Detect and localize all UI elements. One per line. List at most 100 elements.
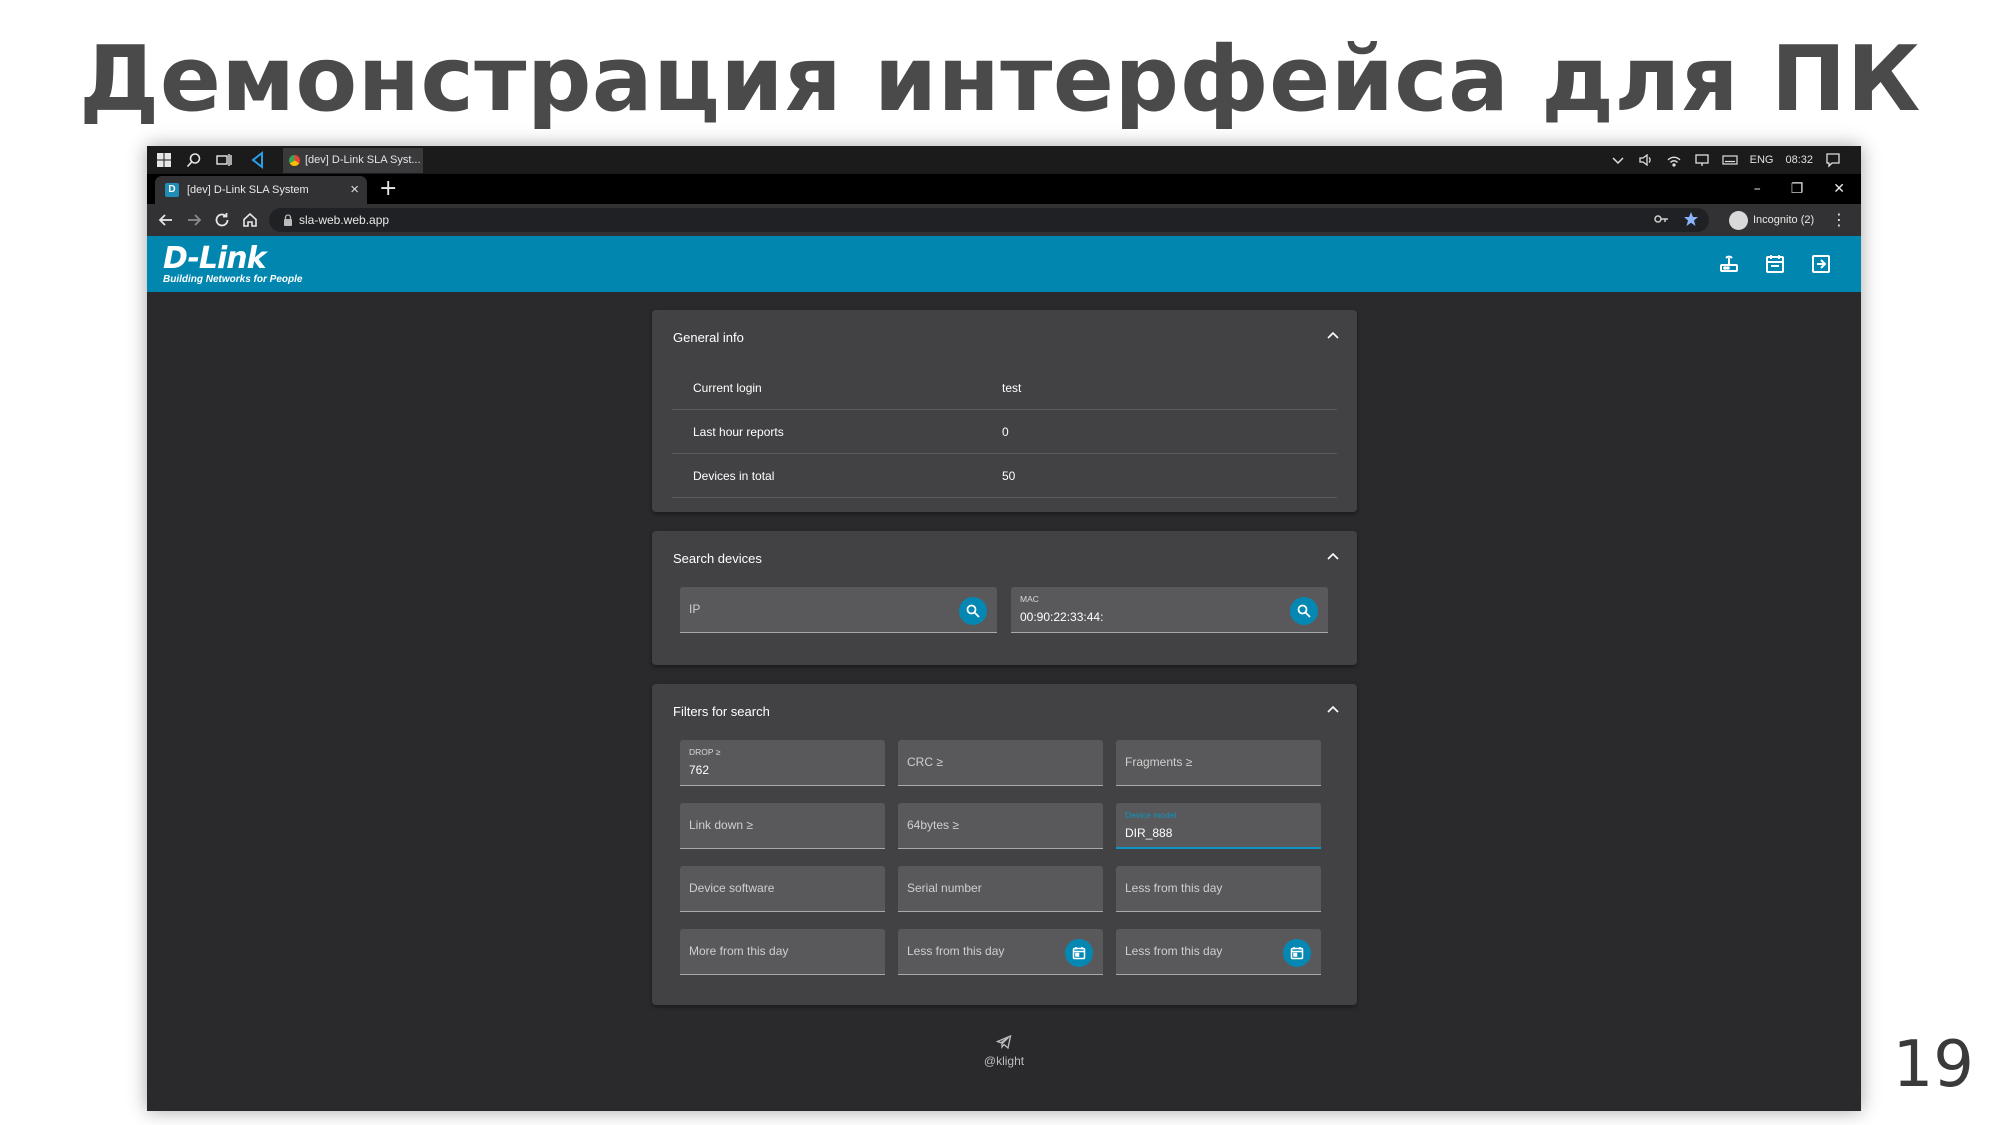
clock[interactable]: 08:32	[1785, 154, 1813, 166]
omnibox-actions	[1653, 211, 1699, 227]
taskbar-app-label: [dev] D-Link SLA Syst...	[305, 154, 421, 166]
windows-start-icon[interactable]	[155, 151, 173, 169]
network-icon[interactable]	[1666, 152, 1682, 168]
logo-wordmark: D-Link	[163, 241, 267, 276]
close-window-icon[interactable]: ✕	[1833, 181, 1845, 197]
incognito-label: Incognito (2)	[1753, 214, 1815, 226]
64bytes-placeholder: 64bytes ≥	[907, 818, 959, 832]
new-tab-button[interactable]: +	[379, 176, 397, 202]
ip-search-button[interactable]	[959, 597, 987, 625]
forward-arrow-icon[interactable]	[185, 211, 203, 229]
taskbar-chrome-window[interactable]: [dev] D-Link SLA Syst...	[283, 148, 423, 173]
drop-value: 762	[689, 763, 710, 777]
incognito-indicator[interactable]: Incognito (2)	[1729, 208, 1814, 232]
less-from-day-placeholder: Less from this day	[907, 944, 1005, 958]
search-devices-card: Search devices IP MAC 00:90:22:33:44:	[652, 531, 1357, 665]
less-from-day-filter-input[interactable]: Less from this day	[1116, 866, 1321, 912]
fragments-filter-input[interactable]: Fragments ≥	[1116, 740, 1321, 786]
vscode-icon[interactable]	[249, 151, 267, 169]
info-label: Current login	[693, 381, 762, 395]
general-info-title: General info	[673, 330, 744, 345]
mac-value: 00:90:22:33:44:	[1020, 610, 1104, 624]
screenshot-frame: [dev] D-Link SLA Syst... ENG 08:32 D [de…	[147, 146, 1861, 1111]
notifications-icon[interactable]	[1825, 152, 1841, 168]
slide-title: Демонстрация интерфейса для ПК	[79, 27, 1921, 132]
filters-title: Filters for search	[673, 704, 770, 719]
url-text[interactable]: sla-web.web.app	[299, 208, 389, 232]
close-tab-icon[interactable]: ×	[350, 176, 359, 204]
volume-icon[interactable]	[1638, 152, 1654, 168]
ip-search-input[interactable]: IP	[680, 587, 997, 633]
mac-label: MAC	[1020, 594, 1039, 604]
info-value: 0	[1002, 425, 1009, 439]
task-view-icon[interactable]	[215, 151, 233, 169]
browser-toolbar: sla-web.web.app Incognito (2) ⋮	[147, 204, 1861, 236]
browser-tab-active[interactable]: D [dev] D-Link SLA System ×	[155, 176, 367, 204]
device-software-placeholder: Device software	[689, 881, 775, 895]
address-bar[interactable]: sla-web.web.app	[269, 208, 1709, 232]
chevron-up-icon[interactable]	[1325, 549, 1341, 565]
chevron-up-icon[interactable]	[1325, 702, 1341, 718]
general-info-card: General info Current login test Last hou…	[652, 310, 1357, 512]
crc-filter-input[interactable]: CRC ≥	[898, 740, 1103, 786]
display-icon[interactable]	[1694, 152, 1710, 168]
dlink-favicon-icon: D	[165, 183, 179, 197]
system-tray: ENG 08:32	[1610, 146, 1861, 174]
telegram-icon[interactable]	[996, 1034, 1012, 1050]
search-icon[interactable]	[185, 151, 203, 169]
more-from-day-placeholder: More from this day	[689, 944, 789, 958]
serial-number-placeholder: Serial number	[907, 881, 982, 895]
restore-icon[interactable]: ❐	[1791, 181, 1804, 197]
device-model-value: DIR_888	[1125, 826, 1173, 840]
device-model-filter-input[interactable]: Device model DIR_888	[1116, 803, 1321, 849]
footer-handle[interactable]: @klight	[147, 1054, 1861, 1068]
app-header: D-Link Building Networks for People	[147, 236, 1861, 292]
calendar-icon	[1072, 947, 1086, 960]
date-picker-button[interactable]	[1065, 939, 1093, 967]
drop-filter-input[interactable]: DROP ≥ 762	[680, 740, 885, 786]
reload-icon[interactable]	[213, 211, 231, 229]
more-from-day-filter-input[interactable]: More from this day	[680, 929, 885, 975]
home-icon[interactable]	[241, 211, 259, 229]
search-icon	[966, 604, 980, 618]
windows-taskbar: [dev] D-Link SLA Syst... ENG 08:32	[147, 146, 1861, 174]
minimize-icon[interactable]: –	[1754, 181, 1761, 197]
serial-number-filter-input[interactable]: Serial number	[898, 866, 1103, 912]
search-devices-title: Search devices	[673, 551, 762, 566]
date-picker-button[interactable]	[1283, 939, 1311, 967]
key-icon[interactable]	[1653, 211, 1669, 227]
info-value: 50	[1002, 469, 1016, 483]
browser-tab-strip: D [dev] D-Link SLA System × + – ❐ ✕	[147, 174, 1861, 204]
browser-menu-icon[interactable]: ⋮	[1831, 210, 1847, 230]
back-arrow-icon[interactable]	[157, 211, 175, 229]
window-controls: – ❐ ✕	[1754, 174, 1845, 204]
link-down-filter-input[interactable]: Link down ≥	[680, 803, 885, 849]
info-label: Last hour reports	[693, 425, 784, 439]
info-value: test	[1002, 381, 1022, 395]
chevron-up-icon[interactable]	[1610, 152, 1626, 168]
64bytes-filter-input[interactable]: 64bytes ≥	[898, 803, 1103, 849]
less-from-day-date-input-2[interactable]: Less from this day	[1116, 929, 1321, 975]
device-software-filter-input[interactable]: Device software	[680, 866, 885, 912]
dlink-logo[interactable]: D-Link Building Networks for People	[163, 244, 302, 286]
lock-icon[interactable]	[281, 213, 295, 227]
logo-tagline: Building Networks for People	[163, 274, 303, 285]
search-icon	[1297, 604, 1311, 618]
logout-icon[interactable]	[1809, 252, 1833, 276]
mac-search-button[interactable]	[1290, 597, 1318, 625]
keyboard-icon[interactable]	[1722, 152, 1738, 168]
calendar-icon[interactable]	[1763, 252, 1787, 276]
less-from-day-placeholder: Less from this day	[1125, 881, 1223, 895]
bookmark-star-icon[interactable]	[1683, 211, 1699, 227]
main-content: General info Current login test Last hou…	[147, 292, 1861, 1111]
info-row-current-login: Current login test	[672, 366, 1337, 410]
ip-placeholder: IP	[689, 602, 701, 616]
less-from-day-date-input[interactable]: Less from this day	[898, 929, 1103, 975]
chevron-up-icon[interactable]	[1325, 328, 1341, 344]
language-indicator[interactable]: ENG	[1750, 154, 1774, 166]
info-row-last-hour-reports: Last hour reports 0	[672, 410, 1337, 454]
mac-search-input[interactable]: MAC 00:90:22:33:44:	[1011, 587, 1328, 633]
info-label: Devices in total	[693, 469, 775, 483]
device-model-label: Device model	[1125, 810, 1177, 820]
router-icon[interactable]	[1717, 252, 1741, 276]
